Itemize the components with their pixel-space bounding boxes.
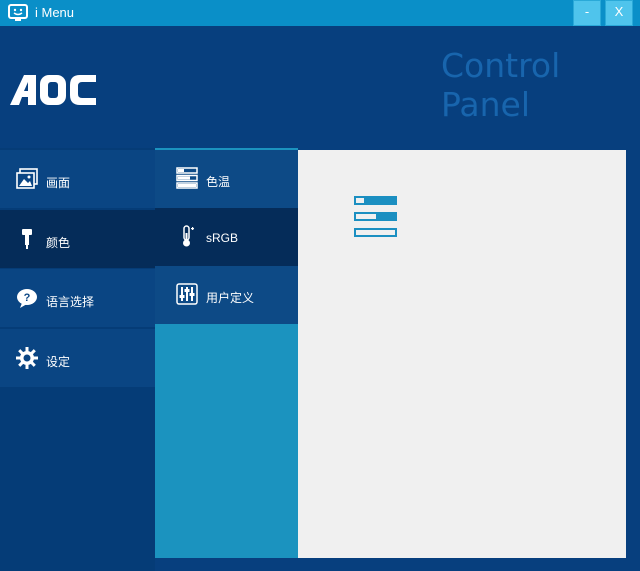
menu-item-settings[interactable]: 设定 [0, 329, 155, 387]
submenu-item-color-temp[interactable]: 色温 [155, 150, 298, 208]
panel-title: Control Panel [441, 46, 561, 124]
submenu-item-label: 色温 [206, 175, 231, 189]
close-button[interactable]: X [605, 0, 633, 26]
language-question-icon: ? [17, 289, 37, 308]
header: Control Panel [0, 26, 640, 148]
aoc-logo [10, 75, 96, 105]
main-menu: 画面 颜色 ? 语言选择 设定 [0, 148, 155, 571]
monitor-smile-icon [8, 4, 28, 21]
menu-item-label: 颜色 [46, 236, 71, 250]
sliders-icon [176, 283, 198, 305]
thermometer-icon [183, 225, 194, 247]
menu-item-label: 语言选择 [46, 295, 95, 309]
submenu-item-srgb[interactable]: sRGB [155, 208, 298, 266]
window-title: i Menu [35, 5, 75, 20]
minimize-button[interactable]: - [573, 0, 601, 26]
submenu-item-label: sRGB [206, 231, 239, 245]
content-panel [298, 150, 626, 558]
picture-icon [16, 168, 38, 189]
menu-item-label: 设定 [46, 355, 71, 369]
submenu-item-user-define[interactable]: 用户定义 [155, 266, 298, 324]
color-temp-icon [176, 167, 198, 189]
sub-menu: 色温 sRGB 用户定义 [155, 148, 298, 558]
menu-item-language[interactable]: ? 语言选择 [0, 269, 155, 327]
menu-item-color[interactable]: 颜色 [0, 210, 155, 268]
menu-item-label: 画面 [46, 176, 71, 190]
title-bar: i Menu - X [0, 0, 640, 26]
color-probe-icon [22, 229, 32, 249]
menu-item-picture[interactable]: 画面 [0, 150, 155, 208]
svg-text:?: ? [24, 292, 31, 304]
submenu-item-label: 用户定义 [206, 291, 255, 305]
level-bars-icon [354, 196, 397, 237]
gear-icon [16, 347, 38, 369]
